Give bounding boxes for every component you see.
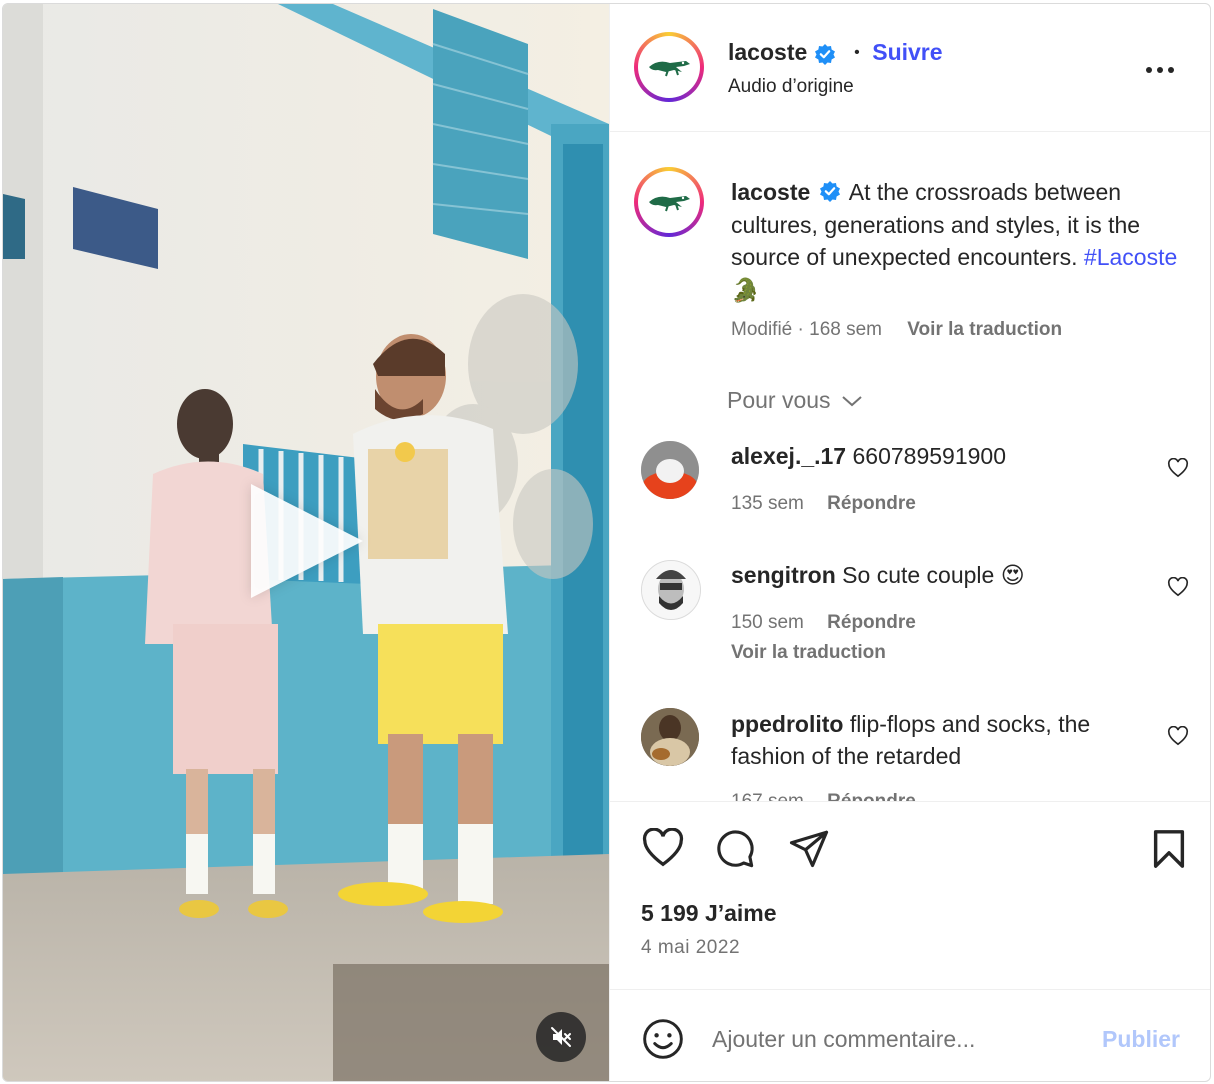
heart-outline-icon: [1167, 725, 1189, 746]
comments-filter[interactable]: Pour vous: [727, 387, 863, 414]
reply-button[interactable]: Répondre: [827, 791, 916, 801]
comment-username[interactable]: ppedrolito: [731, 711, 843, 737]
commenter-avatar[interactable]: [641, 708, 699, 766]
more-options-button[interactable]: [1145, 62, 1175, 80]
comment-translate-link[interactable]: Voir la traduction: [731, 642, 886, 664]
paper-plane-icon: [789, 830, 829, 868]
avatar-image: [642, 561, 700, 619]
author-line: lacoste • Suivre: [728, 39, 943, 69]
chevron-down-icon: [842, 396, 862, 407]
avatar-image: [641, 441, 699, 499]
audio-link[interactable]: Audio d’origine: [728, 76, 854, 98]
play-button[interactable]: [243, 474, 373, 609]
caption-time[interactable]: 168 sem: [809, 319, 882, 340]
comment-time[interactable]: 135 sem: [731, 493, 804, 514]
comment-body: So cute couple: [842, 562, 995, 588]
commenter-avatar[interactable]: [641, 441, 699, 499]
comment-body: 660789591900: [852, 443, 1007, 469]
comment-username[interactable]: sengitron: [731, 562, 836, 588]
post-details: lacoste • Suivre Audio d’origine lacoste…: [609, 4, 1210, 1081]
comment-username[interactable]: alexej._.17: [731, 443, 846, 469]
post-dialog: lacoste • Suivre Audio d’origine lacoste…: [2, 3, 1211, 1082]
comment-composer: Publier: [610, 989, 1210, 1081]
lacoste-logo-icon: [649, 196, 690, 212]
caption-username[interactable]: lacoste: [731, 179, 810, 205]
mute-button[interactable]: [536, 1012, 586, 1062]
commenter-avatar[interactable]: [641, 560, 701, 620]
verified-badge-icon: [819, 181, 840, 203]
reply-button[interactable]: Répondre: [827, 612, 916, 633]
filter-label: Pour vous: [727, 387, 831, 413]
caption-avatar[interactable]: [634, 167, 704, 237]
lacoste-logo-icon: [649, 61, 690, 77]
separator-dot: •: [854, 44, 860, 61]
heart-outline-icon: [1167, 457, 1189, 478]
comment-time[interactable]: 167 sem: [731, 791, 804, 801]
comment-text: sengitron So cute couple 😍: [731, 559, 1131, 591]
emoji-button[interactable]: [641, 1017, 685, 1066]
comment-like-button[interactable]: [1167, 576, 1189, 602]
heart-icon: [642, 827, 684, 867]
like-count[interactable]: 5 199 J’aime: [641, 900, 777, 927]
heart-outline-icon: [1167, 576, 1189, 597]
comment-meta: 167 sem Répondre: [731, 791, 916, 801]
comment-bubble-icon: [717, 830, 754, 868]
smiley-icon: [643, 1019, 683, 1059]
comment-like-button[interactable]: [1167, 457, 1189, 483]
post-actions: 5 199 J’aime 4 mai 2022: [610, 801, 1210, 990]
avatar-image: [641, 708, 699, 766]
author-avatar[interactable]: [634, 32, 704, 102]
caption: lacoste At the crossroads between cultur…: [731, 176, 1191, 306]
caption-translate-link[interactable]: Voir la traduction: [907, 319, 1062, 340]
publish-button[interactable]: Publier: [1102, 1026, 1180, 1053]
comment-input[interactable]: [710, 1020, 1084, 1058]
save-button[interactable]: [1151, 828, 1187, 875]
post-date: 4 mai 2022: [641, 937, 741, 958]
crocodile-emoji: 🐊: [731, 276, 760, 303]
comment-meta: 135 sem Répondre: [731, 493, 916, 515]
reply-button[interactable]: Répondre: [827, 493, 916, 514]
share-button[interactable]: [788, 828, 830, 873]
verified-badge-icon: [814, 43, 835, 65]
like-button[interactable]: [641, 827, 685, 873]
post-header: lacoste • Suivre Audio d’origine: [610, 4, 1210, 132]
caption-meta: Modifié · 168 sem Voir la traduction: [731, 319, 1062, 341]
comment-button[interactable]: [714, 828, 756, 875]
comment-time[interactable]: 150 sem: [731, 612, 804, 633]
comments-section[interactable]: lacoste At the crossroads between cultur…: [610, 131, 1210, 801]
edited-label: Modifié: [731, 319, 793, 340]
hashtag-link[interactable]: #Lacoste: [1084, 244, 1177, 270]
follow-button[interactable]: Suivre: [872, 39, 942, 65]
comment-text: alexej._.17 660789591900: [731, 440, 1131, 472]
comment-text: ppedrolito flip-flops and socks, the fas…: [731, 708, 1131, 772]
more-horizontal-icon: [1146, 67, 1174, 73]
comment-like-button[interactable]: [1167, 725, 1189, 751]
author-username[interactable]: lacoste: [728, 39, 807, 65]
meta-separator: ·: [797, 319, 810, 340]
heart-eyes-emoji: 😍: [1000, 562, 1025, 588]
bookmark-icon: [1153, 830, 1185, 868]
muted-speaker-icon: [551, 1027, 571, 1047]
comment-meta: 150 sem Répondre: [731, 612, 916, 634]
video-player[interactable]: [3, 4, 609, 1081]
